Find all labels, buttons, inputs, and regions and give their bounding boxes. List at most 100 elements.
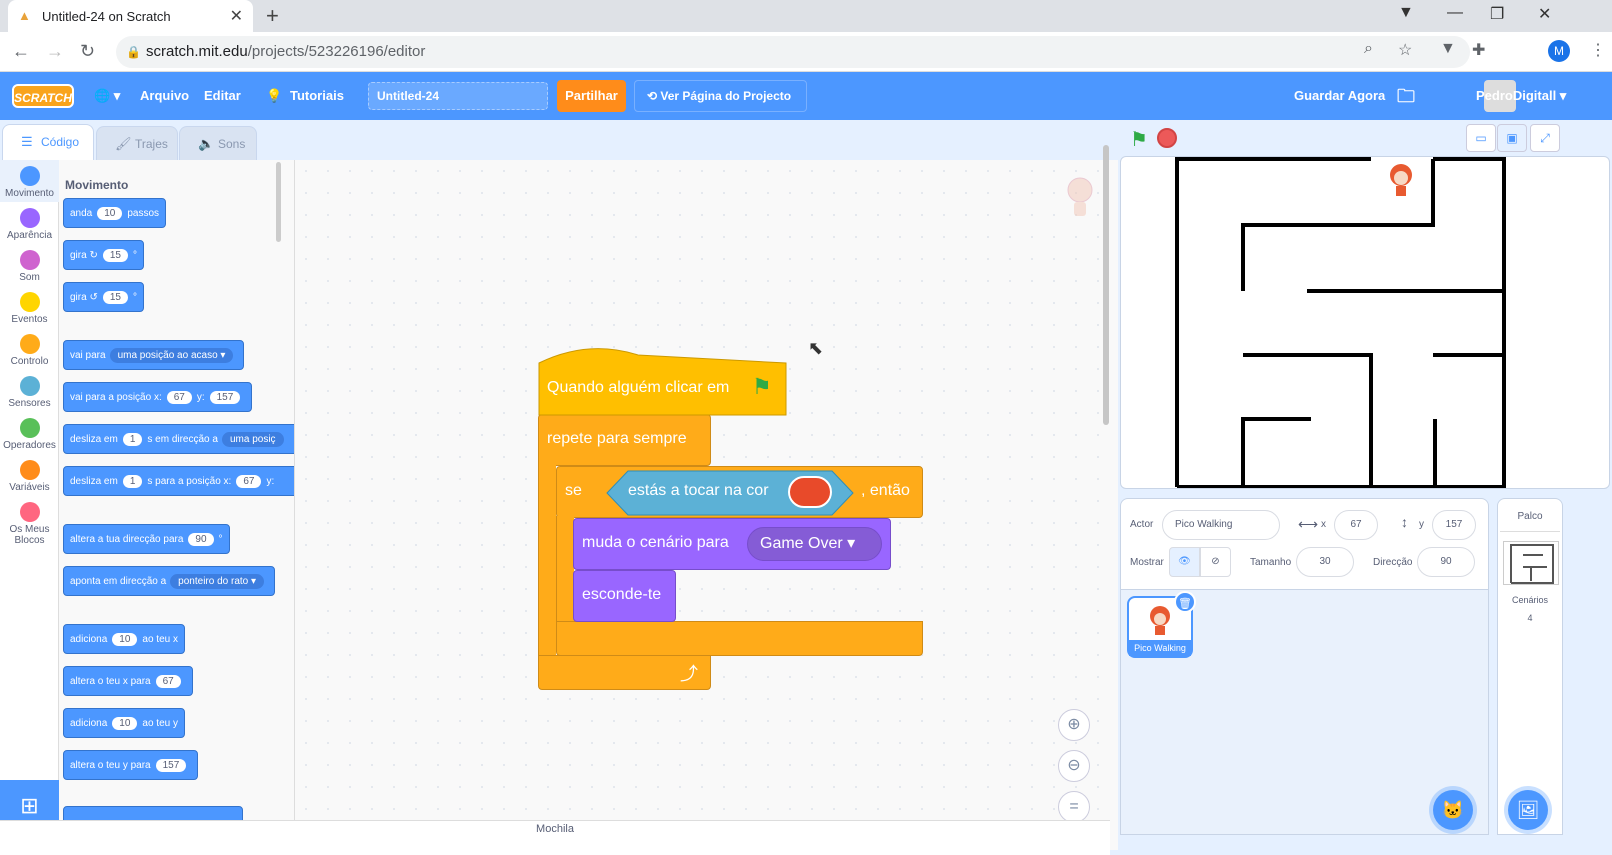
menu-file[interactable]: Arquivo [140,72,189,120]
normal-stage-icon[interactable]: ▣ [1497,124,1527,152]
palette-scrollbar[interactable] [276,162,281,242]
pico-sprite[interactable] [1390,164,1412,196]
fullscreen-icon[interactable]: ⤢ [1530,124,1560,152]
stage-canvas[interactable] [1120,156,1610,489]
x-input[interactable]: 67 [1334,510,1378,540]
profile-dropdown-icon[interactable]: ▼ [1398,4,1414,22]
zoom-icon[interactable]: ⌕ [1364,40,1373,58]
category-variables[interactable]: Variáveis [0,454,59,496]
save-now-button[interactable]: Guardar Agora [1294,72,1385,120]
new-tab-icon[interactable]: + [266,3,279,29]
show-visible-icon[interactable]: 👁 [1169,547,1200,577]
puzzle-icon[interactable]: ✚ [1472,40,1485,60]
block-dropdown[interactable]: uma posiç [221,431,284,447]
browser-tab[interactable]: ▲ Untitled-24 on Scratch ✕ [8,0,253,32]
block-dropdown[interactable]: uma posição ao acaso ▾ [109,347,234,363]
tab-title: Untitled-24 on Scratch [42,8,171,24]
project-title-input[interactable]: Untitled-24 [368,82,548,110]
profile-avatar[interactable]: M [1548,40,1570,62]
block-goto-xy[interactable]: vai para a posição x: 67 y: 157 [63,382,253,412]
add-sprite-icon[interactable]: 🐱 [1433,790,1473,830]
block-input[interactable]: 1 [122,474,143,488]
menu-tutorials[interactable]: Tutoriais [290,72,344,120]
block-glide-xy[interactable]: desliza em 1 s para a posição x: 67 y: [63,466,294,496]
back-icon[interactable]: ← [12,41,30,62]
see-project-page-button[interactable]: ⟲ Ver Página do Projecto [634,80,807,112]
workspace-scrollbar[interactable] [1103,145,1109,425]
share-button[interactable]: Partilhar [557,80,626,112]
block-input[interactable]: 67 [166,390,192,404]
color-swatch-input[interactable] [788,476,832,508]
menu-edit[interactable]: Editar [204,72,241,120]
backpack-bar[interactable]: Mochila [0,820,1110,855]
maximize-icon[interactable]: ❐ [1490,4,1504,24]
block-input[interactable]: 1 [122,432,143,446]
scratch-logo[interactable]: SCRATCH [12,84,74,108]
block-text: gira [70,249,87,261]
add-backdrop-icon[interactable]: 🖼 [1508,790,1548,830]
close-tab-icon[interactable]: ✕ [230,6,243,26]
extension-icon[interactable]: ▼ [1440,40,1456,58]
block-input[interactable]: 15 [102,248,128,262]
category-motion[interactable]: Movimento [0,160,59,202]
block-input[interactable]: 157 [155,758,187,772]
category-sound[interactable]: Som [0,244,59,286]
category-control[interactable]: Controlo [0,328,59,370]
category-operators[interactable]: Operadores [0,412,59,454]
url-field[interactable]: 🔒 scratch.mit.edu/projects/523226196/edi… [116,36,1470,68]
tutorials-icon[interactable]: 💡 [266,72,282,120]
tab-sounds[interactable]: 🔈 Sons [179,126,257,160]
delete-sprite-icon[interactable]: 🗑 [1174,591,1196,613]
block-turn-right[interactable]: gira ↻ 15 ° [63,240,144,270]
block-change-x[interactable]: adiciona 10 ao teu x [63,624,185,654]
scratch-favicon-icon: ▲ [18,8,31,23]
block-goto[interactable]: vai para uma posição ao acaso ▾ [63,340,245,370]
reload-icon[interactable]: ↻ [80,41,95,62]
block-input[interactable]: 15 [102,290,128,304]
tab-code[interactable]: ☰ Código [2,124,94,161]
category-sensing[interactable]: Sensores [0,370,59,412]
y-input[interactable]: 157 [1432,510,1476,540]
block-input[interactable]: 90 [188,532,214,546]
block-glide-to[interactable]: desliza em 1 s em direcção a uma posiç [63,424,294,454]
green-flag-run-icon[interactable]: ⚑ [1130,127,1148,152]
category-looks[interactable]: Aparência [0,202,59,244]
folder-icon[interactable]: 🗀 [1397,72,1415,120]
backdrop-dropdown[interactable]: Game Over ▾ [747,527,882,561]
minimize-icon[interactable]: — [1447,4,1463,22]
block-input[interactable]: 10 [112,716,138,730]
block-dropdown[interactable]: ponteiro do rato ▾ [170,573,265,589]
more-menu-icon[interactable]: ⋮ [1590,40,1606,60]
actor-name-input[interactable]: Pico Walking [1162,510,1280,540]
language-globe-icon[interactable]: 🌐 ▾ [94,72,120,120]
close-window-icon[interactable]: ✕ [1538,4,1551,24]
zoom-reset-icon[interactable]: = [1058,791,1090,823]
direction-input[interactable]: 90 [1417,547,1475,577]
category-my-blocks[interactable]: Os Meus Blocos [0,496,59,546]
block-input[interactable]: 10 [112,632,138,646]
bookmark-star-icon[interactable]: ☆ [1398,40,1412,60]
block-input[interactable]: 157 [209,390,241,404]
block-change-y[interactable]: adiciona 10 ao teu y [63,708,185,738]
block-input[interactable]: 10 [97,206,123,220]
block-input[interactable]: 67 [236,474,262,488]
zoom-in-icon[interactable]: ⊕ [1058,709,1090,741]
block-point-towards[interactable]: aponta em direcção a ponteiro do rato ▾ [63,566,276,596]
zoom-out-icon[interactable]: ⊖ [1058,750,1090,782]
show-hidden-icon[interactable]: ⊘ [1200,547,1231,577]
small-stage-icon[interactable]: ▭ [1466,124,1496,152]
category-events[interactable]: Eventos [0,286,59,328]
block-move-steps[interactable]: anda 10 passos [63,198,167,228]
tab-costumes[interactable]: 🖌 Trajes [96,126,178,160]
size-input[interactable]: 30 [1296,547,1354,577]
block-point-direction[interactable]: altera a tua direcção para 90 ° [63,524,230,554]
forward-icon[interactable]: → [46,41,64,62]
stage-target-panel[interactable]: Palco Cenários 4 [1497,498,1563,835]
block-set-x[interactable]: altera o teu x para 67 [63,666,193,696]
sprite-watermark-icon [1062,176,1098,220]
stop-icon[interactable] [1157,128,1177,148]
block-set-y[interactable]: altera o teu y para 157 [63,750,199,780]
block-turn-left[interactable]: gira ↺ 15 ° [63,282,144,312]
block-input[interactable]: 67 [155,674,181,688]
username-menu[interactable]: PedroDigitall ▾ [1476,72,1566,120]
